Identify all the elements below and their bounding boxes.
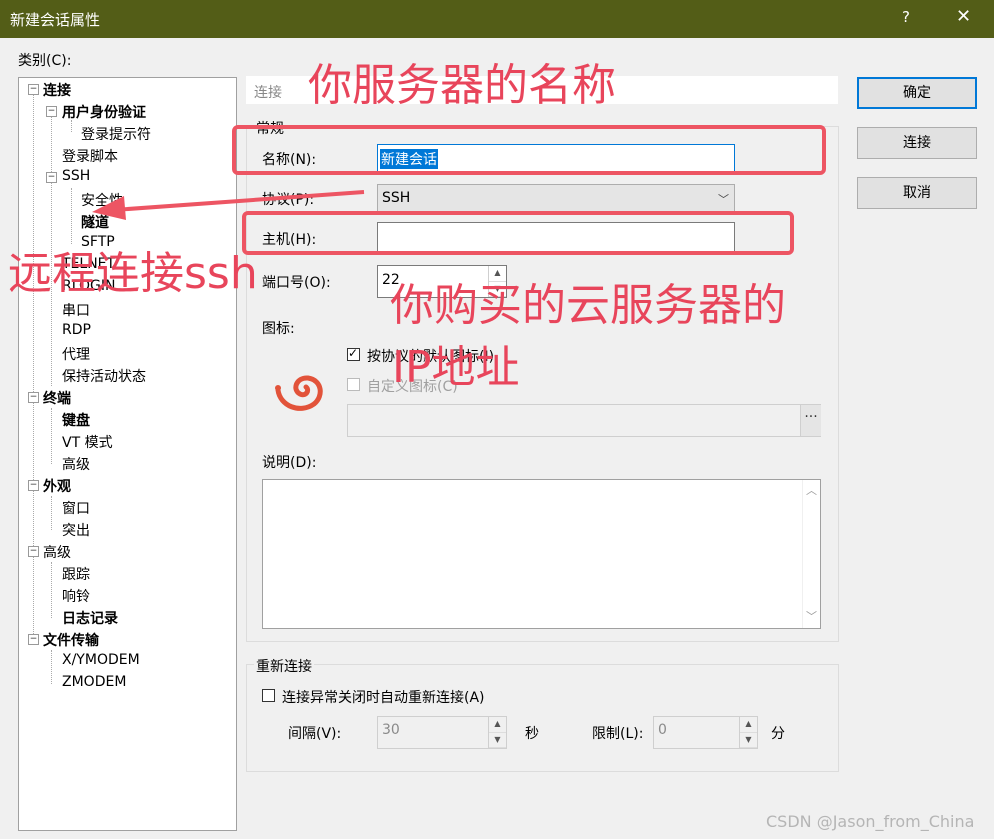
tree-item-vt-mode[interactable]: VT 模式 bbox=[62, 432, 113, 452]
tree-item-advanced2[interactable]: 高级 bbox=[43, 542, 71, 562]
reconnect-checkbox-label: 连接异常关闭时自动重新连接(A) bbox=[282, 690, 485, 706]
port-label: 端口号(O): bbox=[262, 275, 331, 291]
tree-item-file-transfer[interactable]: 文件传输 bbox=[43, 630, 99, 650]
tree-item-advanced[interactable]: 高级 bbox=[62, 454, 90, 474]
chevron-down-icon: ﹀ bbox=[718, 193, 729, 206]
tree-item-keepalive[interactable]: 保持活动状态 bbox=[62, 366, 146, 386]
tree-item-proxy[interactable]: 代理 bbox=[62, 344, 90, 364]
interval-spinner[interactable]: ▲ ▼ bbox=[488, 717, 506, 748]
ok-button[interactable]: 确定 bbox=[857, 77, 977, 109]
tree-line bbox=[51, 650, 52, 684]
browse-button[interactable]: ... bbox=[800, 405, 821, 436]
help-icon[interactable]: ? bbox=[902, 8, 910, 26]
tree-item-keyboard[interactable]: 键盘 bbox=[62, 410, 90, 430]
tree-item-login-prompt[interactable]: 登录提示符 bbox=[81, 124, 151, 144]
close-icon[interactable]: ✕ bbox=[956, 6, 971, 27]
interval-field[interactable]: 30 ▲ ▼ bbox=[377, 716, 507, 749]
icon-label: 图标: bbox=[262, 321, 295, 337]
check-icon: ✓ bbox=[348, 346, 359, 360]
tree-line bbox=[71, 188, 72, 244]
description-label: 说明(D): bbox=[262, 455, 317, 471]
tree-item-terminal[interactable]: 终端 bbox=[43, 388, 71, 408]
tree-item-login-script[interactable]: 登录脚本 bbox=[62, 146, 118, 166]
tree-item-user-auth[interactable]: 用户身份验证 bbox=[62, 102, 146, 122]
seconds-label: 秒 bbox=[525, 726, 539, 742]
limit-spinner[interactable]: ▲ ▼ bbox=[739, 717, 757, 748]
protocol-select[interactable]: SSH ﹀ bbox=[377, 184, 735, 214]
tree-item-serial[interactable]: 串口 bbox=[62, 300, 90, 320]
tree-item-xymodem[interactable]: X/YMODEM bbox=[62, 652, 140, 668]
tree-line bbox=[51, 562, 52, 618]
limit-field[interactable]: 0 ▲ ▼ bbox=[653, 716, 758, 749]
custom-icon-checkbox[interactable] bbox=[347, 378, 360, 391]
scroll-down-icon[interactable]: ﹀ bbox=[806, 608, 817, 624]
reconnect-group-label: 重新连接 bbox=[254, 656, 314, 676]
interval-value: 30 bbox=[382, 722, 400, 738]
spin-up-icon[interactable]: ▲ bbox=[489, 717, 506, 733]
tree-item-trace[interactable]: 跟踪 bbox=[62, 564, 90, 584]
tree-item-appearance[interactable]: 外观 bbox=[43, 476, 71, 496]
tree-item-window[interactable]: 窗口 bbox=[62, 498, 90, 518]
connect-button[interactable]: 连接 bbox=[857, 127, 977, 159]
annotation-remote-ssh: 远程连接ssh bbox=[8, 248, 258, 299]
tree-item-zmodem[interactable]: ZMODEM bbox=[62, 674, 126, 690]
limit-label: 限制(L): bbox=[592, 726, 644, 742]
cancel-button[interactable]: 取消 bbox=[857, 177, 977, 209]
custom-icon-path[interactable]: ... bbox=[347, 404, 821, 437]
protocol-value: SSH bbox=[382, 190, 411, 206]
collapse-icon[interactable]: − bbox=[28, 634, 39, 645]
collapse-icon[interactable]: − bbox=[46, 106, 57, 117]
spin-up-icon[interactable]: ▲ bbox=[740, 717, 757, 733]
reconnect-checkbox[interactable] bbox=[262, 689, 275, 702]
description-field[interactable]: ︿ ﹀ bbox=[262, 479, 821, 629]
title-bar: 新建会话属性 ? ✕ bbox=[0, 0, 994, 38]
tree-line bbox=[51, 408, 52, 464]
tree-item-logging[interactable]: 日志记录 bbox=[62, 608, 118, 628]
collapse-icon[interactable]: − bbox=[28, 480, 39, 491]
collapse-icon[interactable]: − bbox=[46, 172, 57, 183]
use-protocol-icon-checkbox[interactable]: ✓ bbox=[347, 346, 360, 361]
panel-header-label: 连接 bbox=[254, 85, 282, 101]
annotation-server-name: 你服务器的名称 bbox=[308, 60, 616, 111]
collapse-icon[interactable]: − bbox=[28, 84, 39, 95]
spin-down-icon[interactable]: ▼ bbox=[740, 733, 757, 748]
collapse-icon[interactable]: − bbox=[28, 546, 39, 557]
scroll-up-icon[interactable]: ︿ bbox=[806, 482, 817, 498]
name-highlight-box bbox=[232, 125, 826, 175]
window-title: 新建会话属性 bbox=[10, 11, 101, 29]
annotation-ip-line2: IP地址 bbox=[392, 342, 520, 393]
tree-item-connection[interactable]: 连接 bbox=[43, 80, 71, 100]
tree-item-rdp[interactable]: RDP bbox=[62, 322, 91, 338]
annotation-ip-line1: 你购买的云服务器的 bbox=[390, 280, 786, 331]
arrow-icon bbox=[92, 190, 365, 220]
minutes-label: 分 bbox=[771, 726, 785, 742]
spin-down-icon[interactable]: ▼ bbox=[489, 733, 506, 748]
xshell-logo-icon bbox=[275, 375, 323, 411]
scrollbar[interactable]: ︿ ﹀ bbox=[802, 480, 820, 628]
interval-label: 间隔(V): bbox=[288, 726, 342, 742]
limit-value: 0 bbox=[658, 722, 667, 738]
collapse-icon[interactable]: − bbox=[28, 392, 39, 403]
tree-item-ssh[interactable]: SSH bbox=[62, 168, 90, 184]
tree-item-bell[interactable]: 响铃 bbox=[62, 586, 90, 606]
tree-item-highlight[interactable]: 突出 bbox=[62, 520, 90, 540]
category-label: 类别(C): bbox=[18, 53, 72, 69]
tree-line bbox=[51, 496, 52, 530]
watermark: CSDN @Jason_from_China bbox=[766, 812, 975, 831]
